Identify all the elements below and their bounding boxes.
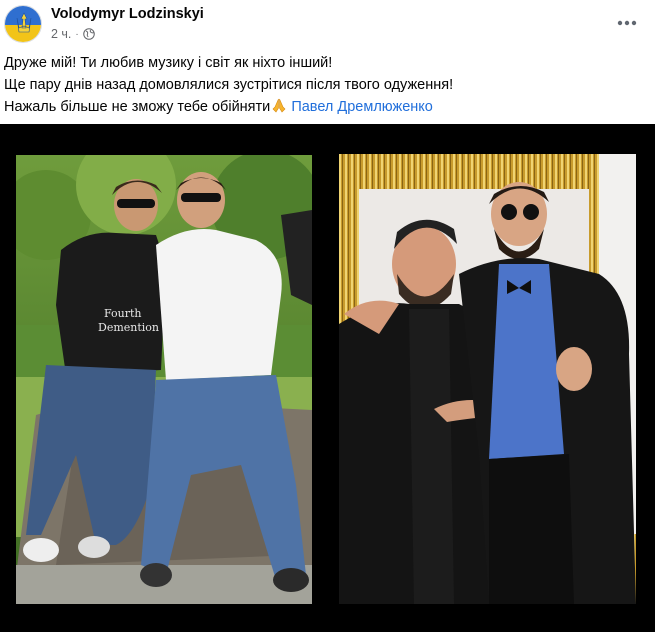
mention-link[interactable]: Павел Дремлюженко	[291, 99, 433, 115]
post-author[interactable]: Volodymyr Lodzinskyi	[51, 6, 204, 22]
post-time[interactable]: 2 ч.	[51, 27, 71, 41]
pray-emoji: 🙏	[270, 98, 287, 115]
shirt-text-1: Fourth	[104, 307, 142, 320]
globe-icon[interactable]	[82, 28, 95, 40]
pray-icon	[272, 98, 286, 113]
photo-left[interactable]: Fourth Demention	[16, 155, 312, 604]
meta-separator: ·	[75, 28, 79, 40]
post-media[interactable]: Fourth Demention	[0, 124, 655, 632]
caption-line-2: Ще пару днів назад домовлялися зустрітис…	[4, 77, 454, 93]
photo-right[interactable]: C	[339, 154, 636, 604]
more-options-button[interactable]	[613, 9, 641, 37]
caption-line-3-text: Нажаль більше не зможу тебе обійняти	[4, 99, 271, 115]
post-header: Volodymyr Lodzinskyi 2 ч. ·	[0, 0, 655, 50]
more-options-icon	[617, 20, 637, 26]
post-caption: Друже мій! Ти любив музику і світ як ніх…	[4, 52, 453, 118]
caption-line-3: Нажаль більше не зможу тебе обійняти🙏 Па…	[4, 96, 453, 118]
caption-line-1: Друже мій! Ти любив музику і світ як ніх…	[4, 55, 333, 71]
shirt-text-2: Demention	[98, 321, 159, 334]
avatar[interactable]	[4, 5, 42, 43]
post-meta: 2 ч. ·	[51, 27, 95, 41]
